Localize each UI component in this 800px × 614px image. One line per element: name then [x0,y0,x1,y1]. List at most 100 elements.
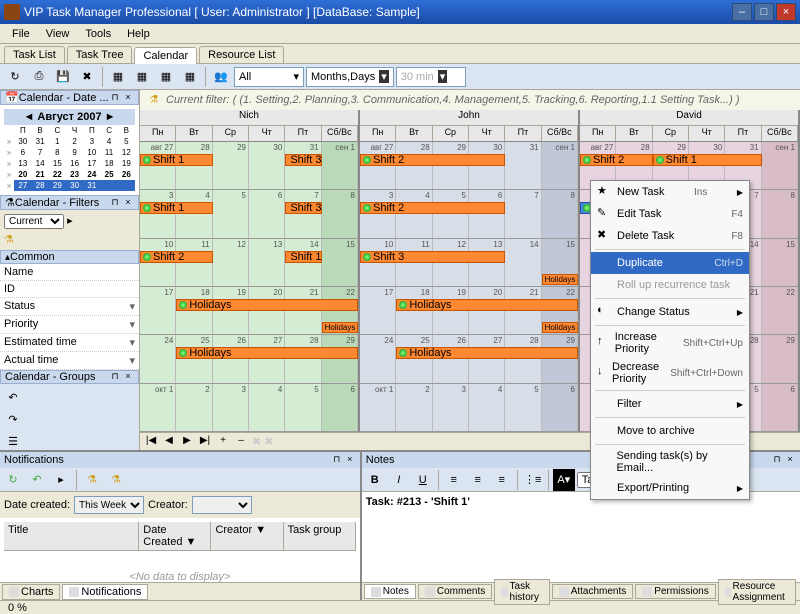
shift-bar[interactable]: Holidays [396,299,578,311]
calendar-cell[interactable]: 4 [249,384,285,431]
underline-icon[interactable]: U [412,469,434,491]
calendar-week[interactable]: 171819202122HolidaysHolidays [140,287,358,335]
pin-icon[interactable]: ⊓ [109,197,121,209]
italic-icon[interactable]: I [388,469,410,491]
text-color-icon[interactable]: A▾ [553,469,575,491]
calendar-cell[interactable]: сен 1 [762,142,798,189]
shift-bar[interactable]: Shift 3 [285,202,321,214]
holiday-badge[interactable]: Holidays [322,322,358,333]
date-created-select[interactable]: This Week [74,496,144,514]
holiday-badge[interactable]: Holidays [542,322,578,333]
tab-attachments[interactable]: Attachments [552,584,634,599]
filter2-icon[interactable]: ⚗ [105,469,127,491]
calendar-week[interactable]: авг 2728293031сен 1Shift 1Shift 3 [140,142,358,190]
scope-combo[interactable]: All▾ [234,67,304,87]
shift-bar[interactable]: Shift 2 [580,154,653,166]
calendar-cell[interactable]: сен 1 [542,142,578,189]
calendar-cell[interactable]: окт 1 [360,384,396,431]
redo-icon[interactable]: ↷ [2,408,24,430]
first-icon[interactable]: |◀ [144,435,158,449]
col-group[interactable]: Task group [284,522,356,550]
calendar-cell[interactable]: 14 [505,239,541,286]
period-combo[interactable]: Months,Days▾ [306,67,394,87]
tab-comments[interactable]: Comments [418,584,492,599]
ctx-move-to-archive[interactable]: Move to archive [591,420,749,442]
next-icon[interactable]: ▶ [180,435,194,449]
users-icon[interactable]: 👥 [210,66,232,88]
prev-icon[interactable]: ◀ [162,435,176,449]
calendar-cell[interactable]: 22 [762,287,798,334]
shift-bar[interactable]: Shift 1 [653,154,762,166]
calendar-week[interactable]: 345678Shift 1Shift 3 [140,190,358,238]
menu-file[interactable]: File [4,26,38,42]
calendar-cell[interactable]: 6 [249,190,285,237]
shift-bar[interactable]: Shift 2 [140,251,213,263]
close-icon[interactable]: × [122,92,134,104]
refresh-icon[interactable]: ↻ [4,66,26,88]
ctx-decrease-priority[interactable]: ↓Decrease PriorityShift+Ctrl+Down [591,358,749,388]
calendar-cell[interactable]: 5 [505,384,541,431]
calendar-cell[interactable]: 15 [762,239,798,286]
tab-notifications[interactable]: Notifications [62,584,148,600]
calendar-cell[interactable]: 17 [140,287,176,334]
tab-task-history[interactable]: Task history [494,579,549,605]
calendar-week[interactable]: 242526272829Holidays [140,335,358,383]
tab-calendar[interactable]: Calendar [134,47,197,64]
calendar-cell[interactable]: 5 [285,384,321,431]
calendar-cell[interactable]: 6 [762,384,798,431]
save-icon[interactable]: 💾 [52,66,74,88]
undo-icon[interactable]: ↶ [26,469,48,491]
calendar-cell[interactable]: 17 [360,287,396,334]
align-left-icon[interactable]: ≡ [443,469,465,491]
calendar-cell[interactable]: 7 [505,190,541,237]
close-button[interactable]: × [776,3,796,21]
ctx-edit-task[interactable]: ✎Edit TaskF4 [591,203,749,225]
common-header[interactable]: ▴ Common [0,250,139,264]
calendar-week[interactable]: авг 2728293031сен 1Shift 2 [360,142,578,190]
funnel-filter-icon[interactable]: ⚗ [4,234,14,246]
menu-help[interactable]: Help [119,26,158,42]
calendar-cell[interactable]: 3 [213,384,249,431]
shift-bar[interactable]: Shift 1 [140,154,213,166]
calendar-week[interactable]: окт 123456 [140,384,358,432]
align-center-icon[interactable]: ≡ [467,469,489,491]
calendar-cell[interactable]: 13 [249,239,285,286]
calendar-cell[interactable]: 24 [140,335,176,382]
pin-icon[interactable]: ⊓ [109,92,121,104]
pin-icon[interactable]: ⊓ [771,454,783,466]
ctx-duplicate[interactable]: DuplicateCtrl+D [591,252,749,274]
calendar-cell[interactable]: 30 [249,142,285,189]
ctx-roll-up-recurrence-task[interactable]: Roll up recurrence task [591,274,749,296]
calendar-cell[interactable]: 24 [360,335,396,382]
filter-go-icon[interactable]: ▸ [67,215,73,227]
calendar-cell[interactable]: 5 [213,190,249,237]
week-view-icon[interactable]: ▦ [131,66,153,88]
align-right-icon[interactable]: ≡ [491,469,513,491]
calendar-cell[interactable]: 6 [542,384,578,431]
calendar-cell[interactable]: 3 [433,384,469,431]
bullets-icon[interactable]: ⋮≡ [522,469,544,491]
calendar-week[interactable]: 242526272829Holidays [360,335,578,383]
shift-bar[interactable]: Holidays [176,347,358,359]
month-view-icon[interactable]: ▦ [155,66,177,88]
calendar-cell[interactable]: 8 [542,190,578,237]
holiday-badge[interactable]: Holidays [542,274,578,285]
undo-icon[interactable]: ↶ [2,386,24,408]
calendar-cell[interactable]: 4 [469,384,505,431]
filter-select[interactable]: Current [4,214,64,229]
calendar-week[interactable]: окт 123456 [360,384,578,432]
ctx-sending-task-s-by-email-[interactable]: Sending task(s) by Email... [591,447,749,477]
tab-notes[interactable]: Notes [364,584,416,599]
shift-bar[interactable]: Holidays [176,299,358,311]
calendar-cell[interactable]: 12 [213,239,249,286]
add-icon[interactable]: + [216,435,230,449]
calendar-cell[interactable]: 2 [176,384,212,431]
calendar-cell[interactable]: 29 [762,335,798,382]
ctx-increase-priority[interactable]: ↑Increase PriorityShift+Ctrl+Up [591,328,749,358]
shift-bar[interactable]: Shift 2 [360,202,505,214]
shift-bar[interactable]: Shift 2 [360,154,505,166]
calendar-week[interactable]: 171819202122HolidaysHolidays [360,287,578,335]
calendar-week[interactable]: 101112131415Shift 2Shift 1 [140,239,358,287]
close-icon[interactable]: × [122,197,134,209]
delete-icon[interactable]: ✖ [76,66,98,88]
